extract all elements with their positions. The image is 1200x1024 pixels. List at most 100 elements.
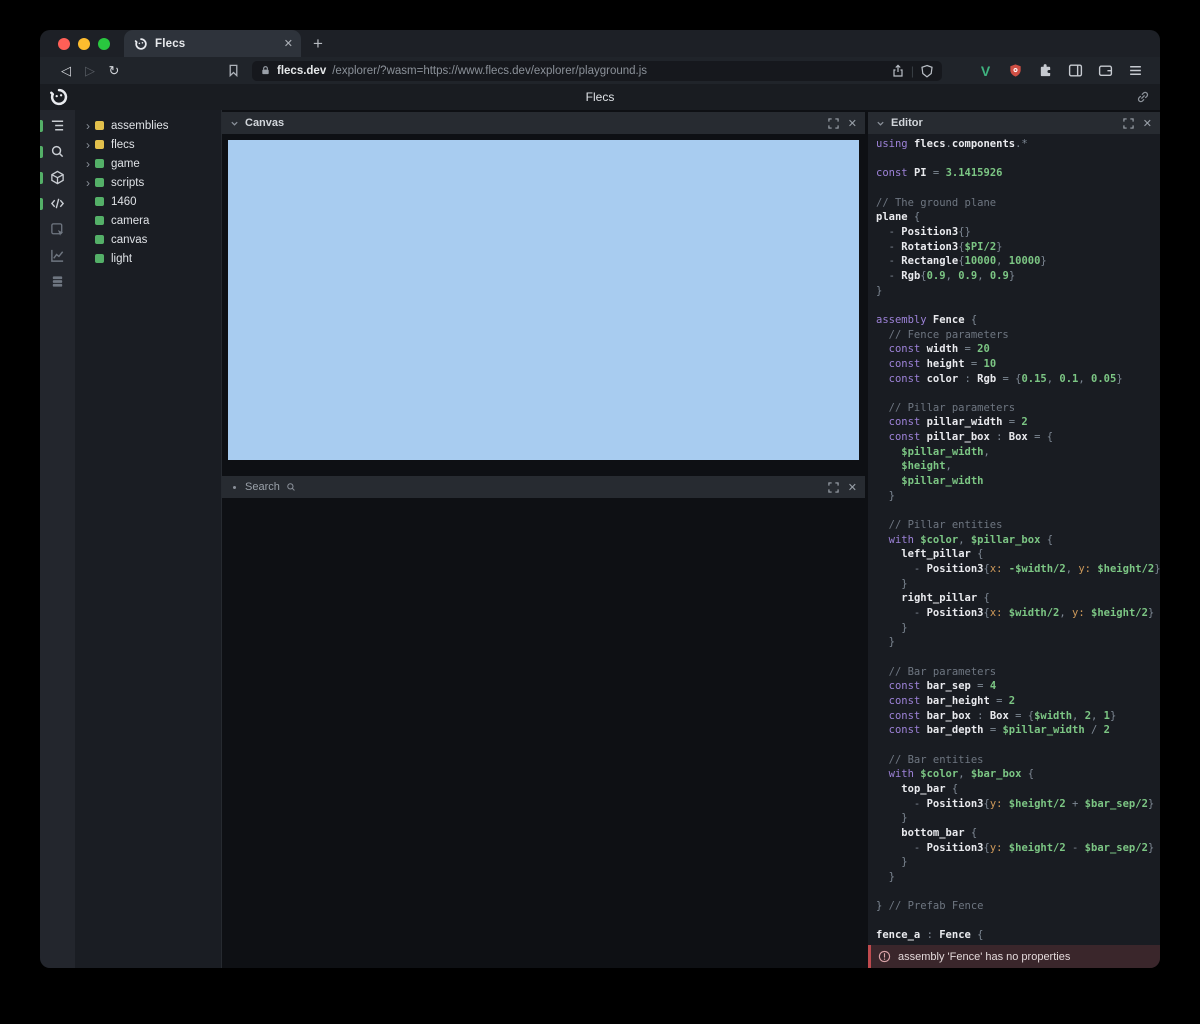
flecs-logo-icon (49, 87, 69, 107)
browser-toolbar: ◁ ▷ ↻ flecs.dev /explorer/?wasm=https://… (40, 57, 1160, 84)
zoom-window-button[interactable] (98, 38, 110, 50)
tab-close-icon[interactable]: ✕ (284, 37, 293, 50)
code-editor[interactable]: using flecs.components.* const PI = 3.14… (868, 134, 1160, 945)
reload-button[interactable]: ↻ (102, 63, 126, 79)
entity-color-dot (95, 216, 104, 225)
chevron-down-icon[interactable] (230, 119, 239, 128)
close-panel-icon[interactable]: ✕ (848, 481, 857, 494)
fullscreen-icon[interactable] (828, 118, 839, 129)
sidebar-panel-icon[interactable] (1067, 62, 1084, 79)
close-panel-icon[interactable]: ✕ (848, 117, 857, 130)
tab-title: Flecs (155, 38, 277, 50)
editor-panel-header: Editor ✕ (868, 110, 1160, 134)
code-line: } (876, 490, 1160, 505)
editor-panel-icon[interactable] (40, 196, 75, 212)
code-line (876, 915, 1160, 930)
code-line (876, 153, 1160, 168)
tree-item-1460[interactable]: 1460 (75, 192, 221, 211)
code-line: const pillar_width = 2 (876, 416, 1160, 431)
tree-panel-icon[interactable] (40, 118, 75, 134)
close-window-button[interactable] (58, 38, 70, 50)
canvas-panel-header: Canvas ✕ (222, 110, 865, 134)
entity-color-dot (95, 235, 104, 244)
entity-color-dot (95, 121, 104, 130)
url-domain: flecs.dev (277, 65, 326, 77)
code-line: } (876, 578, 1160, 593)
code-line: - Rgb{0.9, 0.9, 0.9} (876, 270, 1160, 285)
code-line (876, 885, 1160, 900)
code-line: } (876, 285, 1160, 300)
minimize-window-button[interactable] (78, 38, 90, 50)
leaf-indicator (81, 196, 95, 208)
back-button[interactable]: ◁ (54, 63, 78, 79)
code-line: assembly Fence { (876, 314, 1160, 329)
code-line (876, 504, 1160, 519)
tree-item-camera[interactable]: camera (75, 211, 221, 230)
panel-gap (222, 460, 865, 474)
address-bar[interactable]: flecs.dev /explorer/?wasm=https://www.fl… (252, 61, 942, 81)
code-line: top_bar { (876, 783, 1160, 798)
collapsed-indicator-icon[interactable] (233, 486, 236, 489)
extensions-puzzle-icon[interactable] (1037, 62, 1054, 79)
share-icon[interactable] (891, 64, 905, 78)
error-info-icon (878, 950, 891, 963)
url-path: /explorer/?wasm=https://www.flecs.dev/ex… (332, 65, 885, 77)
chevron-right-icon[interactable]: › (81, 177, 95, 189)
code-line: // Pillar parameters (876, 402, 1160, 417)
close-panel-icon[interactable]: ✕ (1143, 117, 1152, 130)
tree-item-light[interactable]: light (75, 249, 221, 268)
wallet-icon[interactable] (1097, 62, 1114, 79)
code-line: } (876, 622, 1160, 637)
tree-item-label: assemblies (111, 120, 169, 132)
main-area: › assemblies ›flecs›game›scripts1460 camera… (40, 110, 1160, 968)
code-line: with $color, $pillar_box { (876, 534, 1160, 549)
tree-item-assemblies[interactable]: › assemblies (75, 116, 221, 135)
tables-panel-icon[interactable] (40, 274, 75, 290)
chevron-right-icon[interactable]: › (81, 120, 95, 132)
tree-item-label: light (111, 253, 132, 265)
menu-icon[interactable] (1127, 62, 1144, 79)
new-tab-button[interactable]: + (301, 30, 335, 57)
chevron-right-icon[interactable]: › (81, 139, 95, 151)
search-panel-icon[interactable] (40, 144, 75, 160)
fullscreen-icon[interactable] (1123, 118, 1134, 129)
code-line: const bar_box : Box = {$width, 2, 1} (876, 710, 1160, 725)
tree-item-game[interactable]: ›game (75, 154, 221, 173)
chevron-right-icon[interactable]: › (81, 158, 95, 170)
entity-color-dot (95, 159, 104, 168)
code-line: const bar_height = 2 (876, 695, 1160, 710)
adguard-icon[interactable] (1007, 62, 1024, 79)
stats-panel-icon[interactable] (40, 248, 75, 264)
webgl-canvas[interactable] (228, 140, 859, 460)
code-line: } (876, 636, 1160, 651)
leaf-indicator (81, 234, 95, 246)
code-line: $height, (876, 460, 1160, 475)
brave-shield-icon[interactable] (920, 64, 934, 78)
leaf-indicator (81, 215, 95, 227)
share-link-icon[interactable] (1136, 90, 1150, 109)
fullscreen-icon[interactable] (828, 482, 839, 493)
code-line: } // Prefab Fence (876, 900, 1160, 915)
code-line: const color : Rgb = {0.15, 0.1, 0.05} (876, 373, 1160, 388)
tree-item-scripts[interactable]: ›scripts (75, 173, 221, 192)
code-line: // The ground plane (876, 197, 1160, 212)
bookmark-icon[interactable] (222, 63, 244, 78)
lock-icon (260, 65, 271, 76)
code-line: - Position3{x: -$width/2, y: $height/2} (876, 563, 1160, 578)
entity-color-dot (95, 178, 104, 187)
app-header: Flecs (40, 84, 1160, 110)
tree-item-label: canvas (111, 234, 147, 246)
canvas-panel-icon[interactable] (40, 170, 75, 186)
code-line: $pillar_width, (876, 446, 1160, 461)
chevron-down-icon[interactable] (876, 119, 885, 128)
code-line: // Pillar entities (876, 519, 1160, 534)
error-bar: assembly 'Fence' has no properties (868, 945, 1160, 968)
tree-item-label: camera (111, 215, 149, 227)
tree-item-flecs[interactable]: ›flecs (75, 135, 221, 154)
inspector-panel-icon[interactable] (40, 222, 75, 238)
active-indicator (40, 120, 43, 132)
browser-tab-flecs[interactable]: Flecs ✕ (124, 30, 301, 57)
vue-devtools-icon[interactable]: V (977, 62, 994, 79)
editor-column: Editor ✕ using flecs.components.* const … (865, 110, 1160, 968)
tree-item-canvas[interactable]: canvas (75, 230, 221, 249)
